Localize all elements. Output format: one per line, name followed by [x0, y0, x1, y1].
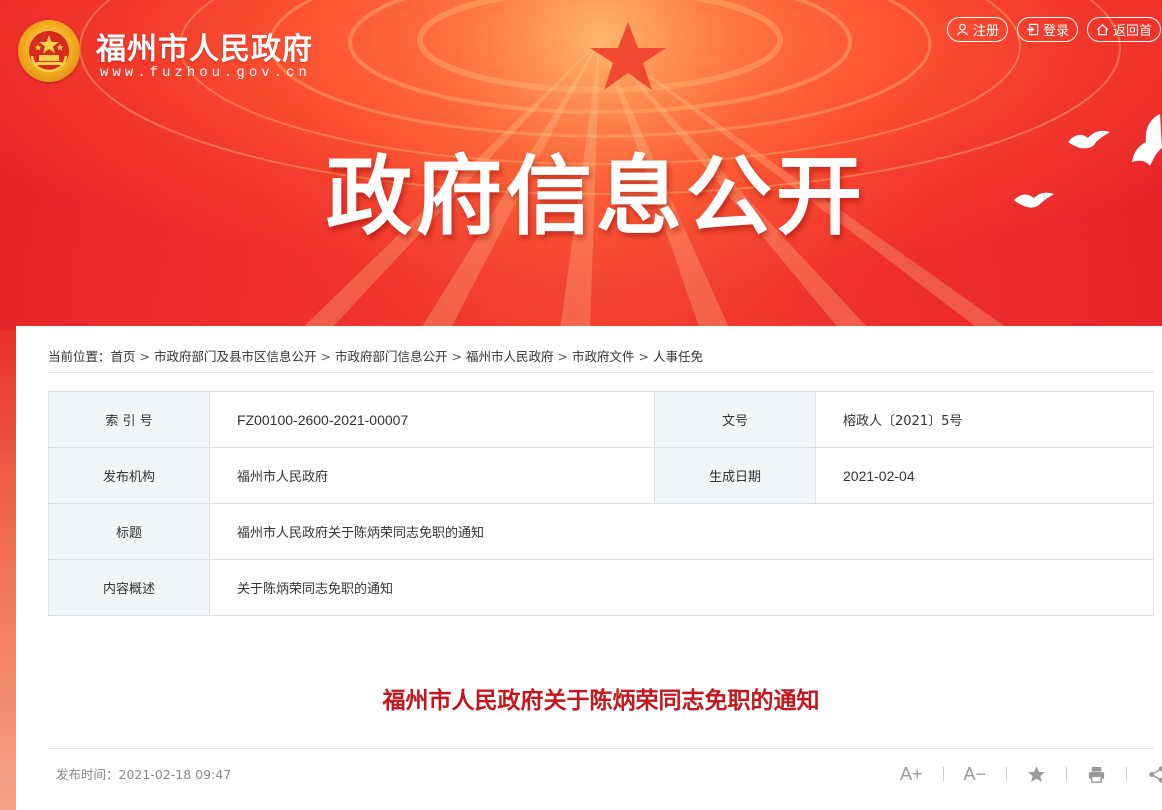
tool-divider: [1006, 767, 1008, 781]
site-title[interactable]: 福州市人民政府: [96, 24, 313, 68]
breadcrumb-item-city-government[interactable]: 福州市人民政府: [466, 349, 554, 364]
side-decoration: [0, 330, 16, 810]
issuer-label: 发布机构: [48, 447, 210, 504]
breadcrumb-separator: >: [557, 349, 569, 364]
register-label: 注册: [973, 24, 1000, 39]
register-button[interactable]: 注册: [947, 17, 1009, 42]
banner-headline: 政府信息公开: [326, 147, 866, 247]
issuer-value: 福州市人民政府: [209, 447, 655, 504]
national-emblem-icon: [18, 20, 80, 82]
login-button[interactable]: 登录: [1017, 17, 1079, 42]
index-number-value: FZ00100-2600-2021-00007: [209, 391, 655, 448]
user-icon: [956, 23, 969, 36]
breadcrumb-item-personnel[interactable]: 人事任免: [653, 349, 703, 364]
article-title: 福州市人民政府关于陈炳荣同志免职的通知: [382, 688, 820, 714]
breadcrumb-item-city-departments[interactable]: 市政府部门及县市区信息公开: [154, 349, 317, 364]
font-decrease-button[interactable]: A−: [964, 762, 987, 786]
dove-icon: [1068, 130, 1110, 149]
star-icon: [1028, 765, 1045, 782]
breadcrumb-separator: >: [139, 349, 151, 364]
article-tools: A+ A−: [900, 762, 1162, 786]
title-label: 标题: [48, 503, 210, 560]
tool-divider: [1066, 767, 1068, 781]
site-url: www.fuzhou.gov.cn: [100, 65, 311, 81]
top-links: 注册 登录 返回首: [947, 17, 1162, 42]
share-button[interactable]: [1147, 762, 1162, 786]
generated-date-value: 2021-02-04: [815, 447, 1154, 504]
favorite-button[interactable]: [1027, 762, 1046, 786]
index-number-label: 索 引 号: [48, 391, 210, 448]
breadcrumb-separator: >: [451, 349, 463, 364]
generated-date-label: 生成日期: [654, 447, 816, 504]
table-row: 内容概述 关于陈炳荣同志免职的通知: [48, 559, 1154, 616]
header-banner: 福州市人民政府 www.fuzhou.gov.cn 政府信息公开 注册 登录 返…: [0, 0, 1162, 330]
summary-label: 内容概述: [48, 559, 210, 616]
home-icon: [1097, 24, 1109, 36]
breadcrumb-prefix: 当前位置：: [48, 349, 111, 364]
dove-icon: [1132, 114, 1162, 166]
home-label: 返回首: [1113, 24, 1153, 39]
print-icon: [1088, 766, 1105, 783]
login-icon: [1026, 23, 1039, 36]
tool-divider: [942, 767, 944, 781]
article-divider: [48, 748, 1154, 749]
content-panel: 当前位置：首页 > 市政府部门及县市区信息公开 > 市政府部门信息公开 > 福州市人民政府 >…: [16, 326, 1162, 810]
login-label: 登录: [1043, 24, 1070, 39]
publish-time: 发布时间：2021-02-18 09:47: [56, 767, 232, 782]
breadcrumb-separator: >: [320, 349, 332, 364]
font-increase-button[interactable]: A+: [900, 762, 923, 786]
breadcrumb-item-government-documents[interactable]: 市政府文件: [572, 349, 635, 364]
table-row: 标题 福州市人民政府关于陈炳荣同志免职的通知: [48, 503, 1154, 560]
print-button[interactable]: [1087, 762, 1106, 786]
breadcrumb-separator: >: [638, 349, 650, 364]
breadcrumb: 当前位置：首页 > 市政府部门及县市区信息公开 > 市政府部门信息公开 > 福州市人民政府 >…: [48, 346, 703, 365]
title-value: 福州市人民政府关于陈炳荣同志免职的通知: [209, 503, 1154, 560]
tool-divider: [1126, 767, 1128, 781]
share-icon: [1149, 765, 1162, 783]
breadcrumb-home[interactable]: 首页: [111, 349, 136, 364]
table-row: 索 引 号 FZ00100-2600-2021-00007 文号 榕政人〔202…: [48, 391, 1154, 448]
document-metadata-table: 索 引 号 FZ00100-2600-2021-00007 文号 榕政人〔202…: [48, 391, 1154, 616]
home-button[interactable]: 返回首: [1087, 17, 1162, 42]
breadcrumb-item-department-info[interactable]: 市政府部门信息公开: [335, 349, 448, 364]
breadcrumb-divider: [48, 372, 1154, 373]
document-number-label: 文号: [654, 391, 816, 448]
table-row: 发布机构 福州市人民政府 生成日期 2021-02-04: [48, 447, 1154, 504]
summary-value: 关于陈炳荣同志免职的通知: [209, 559, 1154, 616]
document-number-value: 榕政人〔2021〕5号: [815, 391, 1154, 448]
dove-icon: [1014, 192, 1054, 208]
